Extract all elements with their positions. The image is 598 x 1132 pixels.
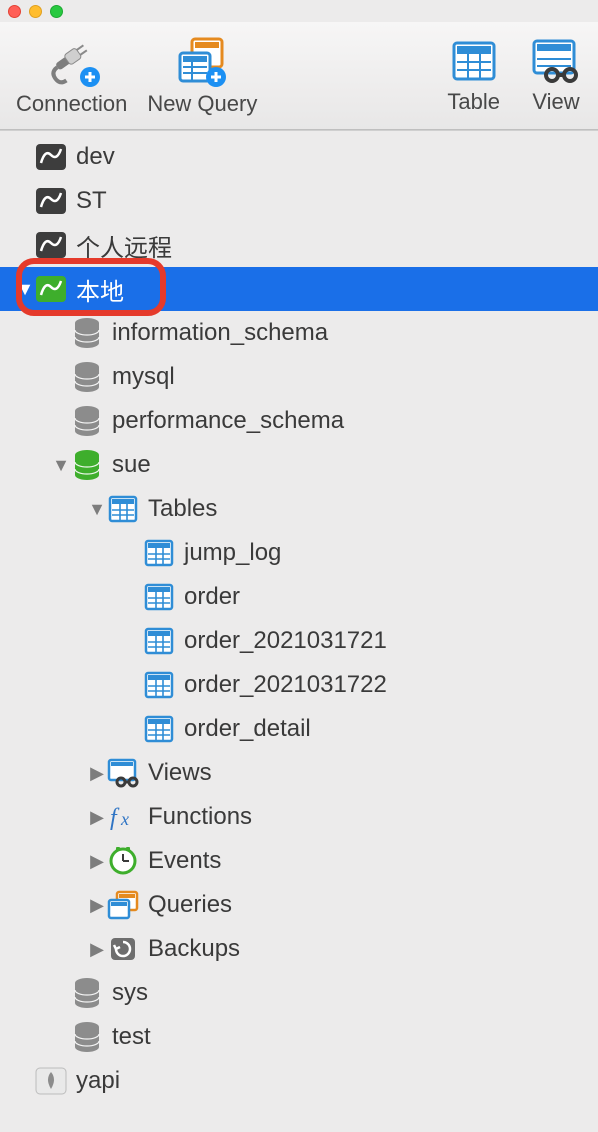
tree-item-label: performance_schema xyxy=(112,407,344,435)
tree-row[interactable]: order xyxy=(0,575,598,619)
tree-row[interactable]: yapi xyxy=(0,1059,598,1103)
mysql-dark-icon xyxy=(34,184,68,218)
tree-row[interactable]: order_2021031722 xyxy=(0,663,598,707)
table-blue-icon xyxy=(106,492,140,526)
mysql-dark-icon xyxy=(34,228,68,262)
mysql-dark-icon xyxy=(34,140,68,174)
tree-row[interactable]: ▼ Tables xyxy=(0,487,598,531)
plug-icon xyxy=(44,35,100,87)
table-button[interactable]: Table xyxy=(441,37,506,115)
backup-icon xyxy=(106,932,140,966)
expand-toggle-closed[interactable]: ▶ xyxy=(88,807,106,828)
expand-toggle-closed[interactable]: ▶ xyxy=(88,851,106,872)
tree-row[interactable]: dev xyxy=(0,135,598,179)
tree-row[interactable]: ST xyxy=(0,179,598,223)
toolbar-label: Connection xyxy=(16,91,127,117)
tree-item-label: jump_log xyxy=(184,539,281,567)
query-icon xyxy=(174,35,230,87)
zoom-window-button[interactable] xyxy=(50,5,63,18)
tree-item-label: order xyxy=(184,583,240,611)
view-icon xyxy=(530,37,582,85)
tree-row[interactable]: ▶ Events xyxy=(0,839,598,883)
minimize-window-button[interactable] xyxy=(29,5,42,18)
tree-row[interactable]: jump_log xyxy=(0,531,598,575)
table-blue-icon xyxy=(142,712,176,746)
expand-toggle-open[interactable]: ▼ xyxy=(52,455,70,476)
tree-item-label: sys xyxy=(112,979,148,1007)
db-gray-icon xyxy=(70,316,104,350)
tree-item-label: test xyxy=(112,1023,151,1051)
mongo-gray-icon xyxy=(34,1064,68,1098)
toolbar-label: New Query xyxy=(147,91,257,117)
tree-item-label: order_2021031722 xyxy=(184,671,387,699)
tree-row[interactable]: ▶fx Functions xyxy=(0,795,598,839)
mysql-green-icon xyxy=(34,272,68,306)
view-button[interactable]: View xyxy=(524,37,588,115)
tree-item-label: information_schema xyxy=(112,319,328,347)
tree-item-label: Views xyxy=(148,759,212,787)
toolbar-label: Table xyxy=(447,89,500,115)
queries-icon xyxy=(106,888,140,922)
expand-toggle-closed[interactable]: ▶ xyxy=(88,895,106,916)
tree-item-label: order_detail xyxy=(184,715,311,743)
tree-item-label: Backups xyxy=(148,935,240,963)
table-icon xyxy=(450,37,498,85)
window-titlebar xyxy=(0,0,598,22)
tree-row[interactable]: order_2021031721 xyxy=(0,619,598,663)
tree-row[interactable]: sys xyxy=(0,971,598,1015)
table-blue-icon xyxy=(142,668,176,702)
tree-item-label: Functions xyxy=(148,803,252,831)
tree-row[interactable]: ▶ Views xyxy=(0,751,598,795)
tree-item-label: Queries xyxy=(148,891,232,919)
tree-item-label: 本地 xyxy=(76,272,124,307)
tree-item-label: yapi xyxy=(76,1067,120,1095)
tree-row[interactable]: 个人远程 xyxy=(0,223,598,267)
fx-icon: fx xyxy=(106,800,140,834)
clock-icon xyxy=(106,844,140,878)
tree-item-label: sue xyxy=(112,451,151,479)
tree-item-label: 个人远程 xyxy=(76,228,172,263)
expand-toggle-open[interactable]: ▼ xyxy=(16,279,34,300)
tree-row[interactable]: mysql xyxy=(0,355,598,399)
toolbar-label: View xyxy=(532,89,579,115)
tree-row[interactable]: ▶ Queries xyxy=(0,883,598,927)
connection-button[interactable]: Connection xyxy=(10,35,133,117)
views-icon xyxy=(106,756,140,790)
db-gray-icon xyxy=(70,1020,104,1054)
tree-item-label: Events xyxy=(148,847,221,875)
svg-text:f: f xyxy=(110,805,120,831)
db-gray-icon xyxy=(70,404,104,438)
table-blue-icon xyxy=(142,536,176,570)
new-query-button[interactable]: New Query xyxy=(141,35,263,117)
tree-item-label: mysql xyxy=(112,363,175,391)
tree-item-label: ST xyxy=(76,187,107,215)
tree-row[interactable]: ▼ sue xyxy=(0,443,598,487)
tree-row[interactable]: test xyxy=(0,1015,598,1059)
expand-toggle-open[interactable]: ▼ xyxy=(88,499,106,520)
svg-text:x: x xyxy=(120,809,129,829)
tree-row[interactable]: performance_schema xyxy=(0,399,598,443)
connection-tree[interactable]: dev ST 个人远程 ▼ 本地 information_schema mysql pe… xyxy=(0,130,598,1103)
close-window-button[interactable] xyxy=(8,5,21,18)
table-blue-icon xyxy=(142,580,176,614)
tree-row[interactable]: information_schema xyxy=(0,311,598,355)
tree-row[interactable]: ▶ Backups xyxy=(0,927,598,971)
toolbar: Connection New Query xyxy=(0,22,598,130)
db-gray-icon xyxy=(70,360,104,394)
tree-row[interactable]: ▼ 本地 xyxy=(0,267,598,311)
tree-item-label: dev xyxy=(76,143,115,171)
tree-item-label: Tables xyxy=(148,495,217,523)
db-gray-icon xyxy=(70,976,104,1010)
tree-item-label: order_2021031721 xyxy=(184,627,387,655)
expand-toggle-closed[interactable]: ▶ xyxy=(88,763,106,784)
table-blue-icon xyxy=(142,624,176,658)
expand-toggle-closed[interactable]: ▶ xyxy=(88,939,106,960)
tree-row[interactable]: order_detail xyxy=(0,707,598,751)
db-green-icon xyxy=(70,448,104,482)
